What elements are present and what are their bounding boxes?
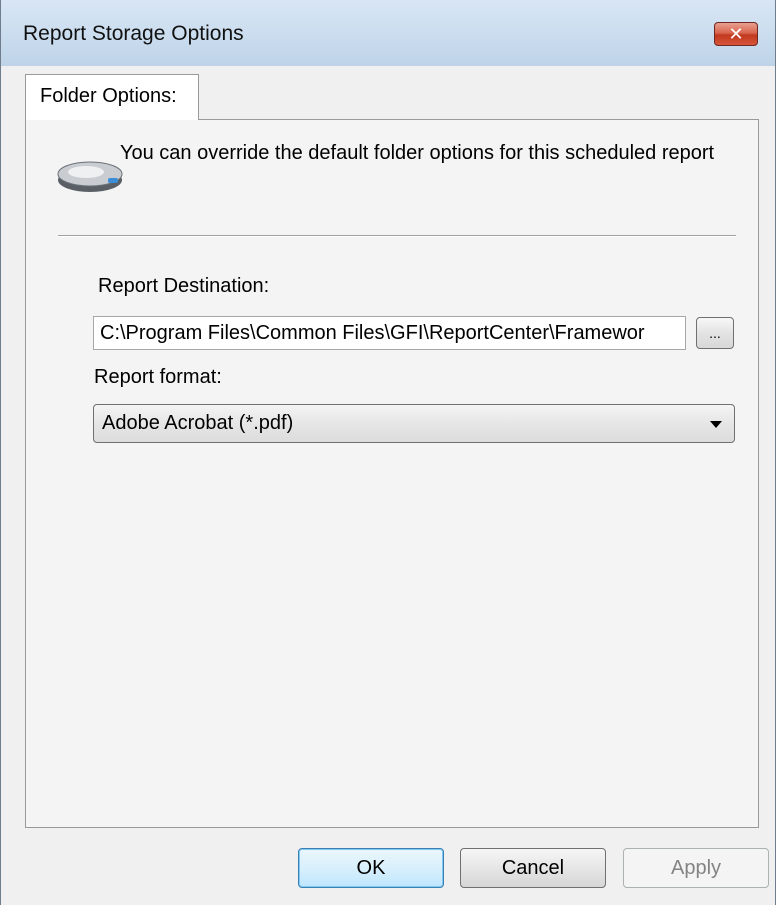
chevron-down-icon bbox=[710, 421, 722, 428]
report-format-value: Adobe Acrobat (*.pdf) bbox=[102, 412, 294, 434]
close-button[interactable]: ✕ bbox=[714, 22, 758, 46]
tab-folder-options[interactable]: Folder Options: bbox=[25, 74, 199, 120]
window-title: Report Storage Options bbox=[23, 22, 244, 45]
report-destination-label: Report Destination: bbox=[98, 275, 270, 297]
report-format-select[interactable]: Adobe Acrobat (*.pdf) bbox=[93, 404, 735, 443]
browse-button[interactable]: ... bbox=[696, 317, 734, 349]
tab-panel: You can override the default folder opti… bbox=[25, 119, 759, 828]
ok-button[interactable]: OK bbox=[298, 848, 444, 888]
apply-button[interactable]: Apply bbox=[623, 848, 769, 888]
report-destination-input[interactable]: C:\Program Files\Common Files\GFI\Report… bbox=[93, 316, 686, 350]
info-text: You can override the default folder opti… bbox=[120, 142, 715, 164]
dialog-window: Report Storage Options ✕ Folder Options:… bbox=[0, 0, 776, 905]
dialog-client-area: Folder Options: You can override the def… bbox=[9, 66, 769, 905]
hard-drive-icon bbox=[57, 161, 123, 192]
title-bar[interactable]: Report Storage Options ✕ bbox=[1, 0, 775, 66]
separator bbox=[58, 235, 736, 237]
report-format-label: Report format: bbox=[94, 366, 222, 388]
cancel-button[interactable]: Cancel bbox=[460, 848, 606, 888]
close-icon: ✕ bbox=[728, 24, 744, 44]
